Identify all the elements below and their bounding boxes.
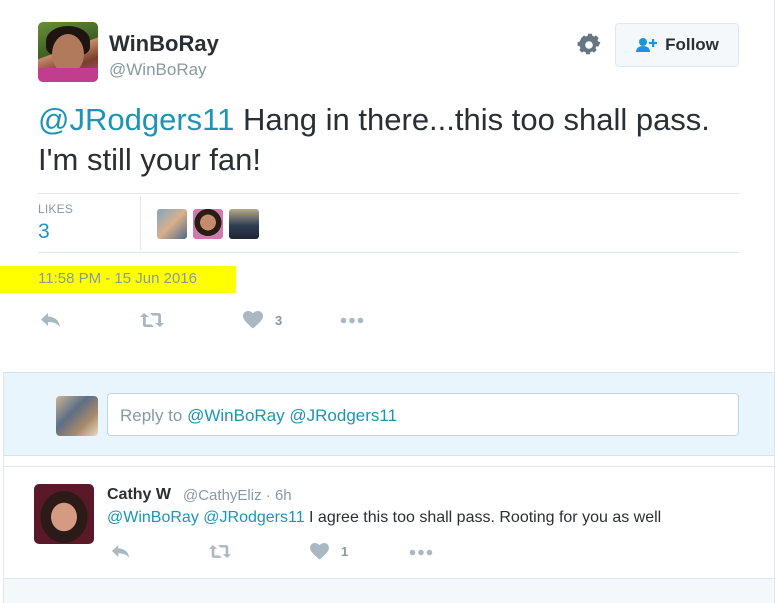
reply-author-avatar[interactable]: [34, 484, 94, 544]
reply-separator: ·: [261, 487, 275, 504]
reply-text-mentions[interactable]: @WinBoRay @JRodgers11: [107, 509, 305, 526]
gear-icon[interactable]: [577, 33, 601, 57]
retweet-icon: [140, 313, 164, 327]
reply-meta: @CathyEliz · 6h: [183, 487, 292, 504]
tweet-timestamp[interactable]: 11:58 PM - 15 Jun 2016: [38, 270, 197, 287]
liker-avatar[interactable]: [157, 209, 187, 239]
like-count: 3: [275, 312, 283, 328]
more-action[interactable]: [340, 317, 364, 324]
reply-like-action[interactable]: 1: [310, 543, 348, 560]
reply-input[interactable]: Reply to @WinBoRay @JRodgers11: [107, 393, 739, 436]
current-user-avatar: [56, 396, 98, 436]
reply-reply-action[interactable]: [111, 544, 131, 559]
heart-icon: [310, 543, 329, 560]
panel-border: [3, 372, 4, 603]
reply-icon: [111, 545, 130, 558]
retweet-icon: [209, 545, 231, 558]
author-name[interactable]: WinBoRay: [109, 31, 219, 57]
reply-action[interactable]: [40, 312, 62, 328]
author-handle[interactable]: @WinBoRay: [109, 60, 207, 80]
tweet-text: @JRodgers11 Hang in there...this too sha…: [38, 100, 738, 180]
main-tweet: WinBoRay @WinBoRay Follow @JRodgers11 Ha…: [0, 0, 775, 372]
reply-icon: [41, 313, 60, 327]
reply-composer: Reply to @WinBoRay @JRodgers11: [3, 372, 775, 456]
reply-text: @WinBoRay @JRodgers11 I agree this too s…: [107, 509, 661, 527]
reply-like-count: 1: [341, 544, 349, 559]
divider: [38, 252, 739, 253]
heart-icon: [243, 311, 263, 329]
reply-more-action[interactable]: [409, 549, 433, 556]
liker-avatar[interactable]: [229, 209, 259, 239]
reply-author-handle[interactable]: @CathyEliz: [183, 487, 262, 504]
divider: [38, 193, 739, 194]
liker-avatar[interactable]: [193, 209, 223, 239]
author-avatar[interactable]: [38, 22, 98, 82]
reply-time[interactable]: 6h: [275, 487, 292, 504]
follow-button[interactable]: Follow: [615, 23, 739, 67]
more-icon: [409, 549, 433, 556]
next-item-strip: [3, 578, 775, 603]
tweet-mention[interactable]: @JRodgers11: [38, 102, 234, 137]
more-icon: [340, 317, 364, 324]
stats-separator: [140, 196, 141, 250]
like-action[interactable]: 3: [243, 311, 282, 329]
follow-user-icon: [636, 38, 658, 52]
reply-prefix: Reply to: [120, 406, 188, 425]
likes-label: LIKES: [38, 202, 74, 216]
reply-author-name[interactable]: Cathy W: [107, 486, 171, 504]
likes-count[interactable]: 3: [38, 220, 50, 244]
reply-tweet[interactable]: Cathy W @CathyEliz · 6h @WinBoRay @JRodg…: [3, 466, 775, 578]
reply-retweet-action[interactable]: [209, 544, 231, 559]
reply-text-body: I agree this too shall pass. Rooting for…: [304, 509, 662, 526]
reply-mentions: @WinBoRay @JRodgers11: [187, 406, 398, 425]
follow-label: Follow: [665, 35, 719, 54]
retweet-action[interactable]: [140, 312, 164, 328]
